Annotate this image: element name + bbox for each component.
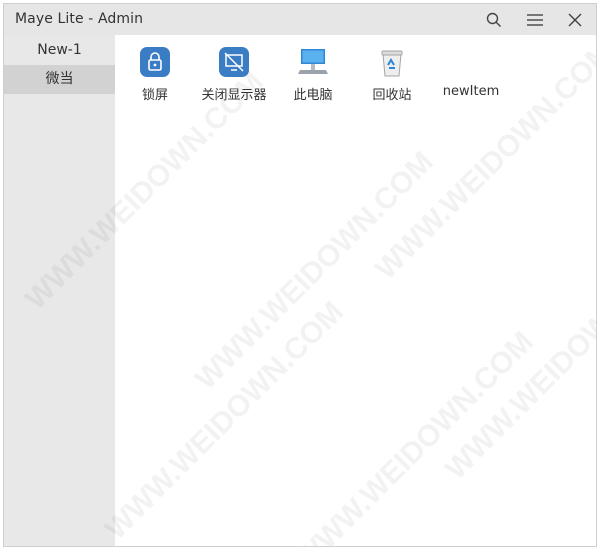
sidebar: New-1 微当 bbox=[4, 35, 115, 546]
window-title: Maye Lite - Admin bbox=[15, 11, 144, 27]
app-label: 回收站 bbox=[372, 88, 412, 103]
title-bar[interactable]: Maye Lite - Admin bbox=[4, 4, 596, 35]
search-icon bbox=[486, 12, 501, 27]
app-grid: 锁屏 关闭显示器 此电脑 回收站 newItem bbox=[115, 35, 596, 546]
lock-icon bbox=[140, 47, 170, 77]
app-label: 此电脑 bbox=[293, 88, 333, 103]
app-label: 关闭显示器 bbox=[201, 88, 267, 103]
app-tile-this-pc[interactable]: 此电脑 bbox=[273, 46, 353, 103]
app-label: 锁屏 bbox=[141, 88, 168, 103]
computer-icon bbox=[298, 49, 328, 74]
sidebar-item-new-1[interactable]: New-1 bbox=[4, 36, 115, 65]
app-label: newItem bbox=[442, 84, 500, 99]
app-tile-newitem[interactable]: newItem bbox=[431, 46, 511, 99]
monitor-off-icon bbox=[219, 47, 249, 77]
menu-button[interactable] bbox=[523, 8, 547, 32]
app-window: Maye Lite - Admin New-1 微当 锁屏 关闭显示器 此电脑 … bbox=[3, 3, 597, 547]
recycle-bin-icon bbox=[381, 50, 403, 77]
close-button[interactable] bbox=[563, 8, 587, 32]
menu-icon bbox=[527, 14, 543, 26]
app-tile-lock[interactable]: 锁屏 bbox=[115, 46, 195, 103]
app-tile-recycle-bin[interactable]: 回收站 bbox=[352, 46, 432, 103]
search-button[interactable] bbox=[482, 8, 506, 32]
close-icon bbox=[568, 13, 582, 27]
sidebar-item-weidang[interactable]: 微当 bbox=[4, 65, 115, 94]
app-tile-monitor-off[interactable]: 关闭显示器 bbox=[194, 46, 274, 103]
